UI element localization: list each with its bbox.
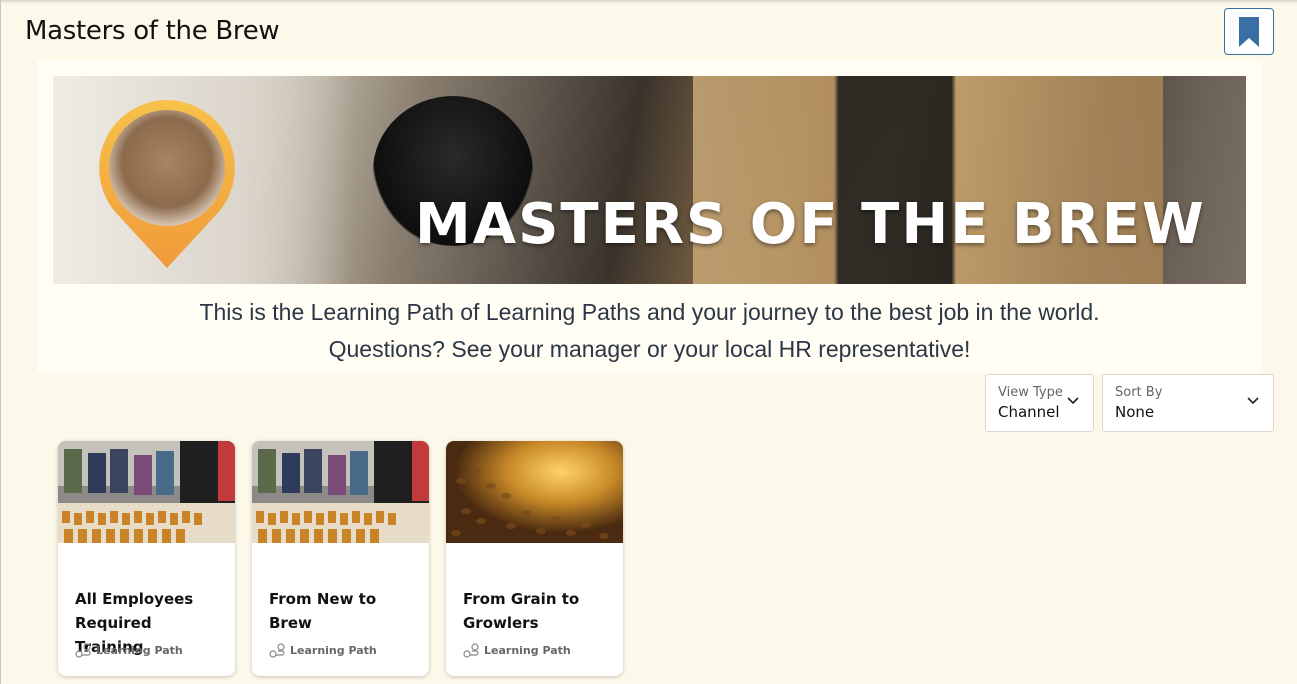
- left-edge: [0, 0, 1, 684]
- banner-description: This is the Learning Path of Learning Pa…: [53, 294, 1246, 368]
- card-thumbnail: [252, 441, 429, 543]
- card-type: Learning Path: [75, 643, 183, 658]
- learning-path-card[interactable]: From New to Brew Learning Path: [252, 441, 429, 676]
- view-type-label: View Type: [998, 385, 1063, 400]
- map-pin-logo: [99, 100, 235, 268]
- sort-by-label: Sort By: [1115, 385, 1163, 400]
- description-line-2: Questions? See your manager or your loca…: [328, 336, 971, 362]
- page-title: Masters of the Brew: [25, 16, 280, 46]
- learning-path-icon: [463, 643, 479, 658]
- card-type-label: Learning Path: [290, 644, 377, 657]
- learning-path-card[interactable]: From Grain to Growlers Learning Path: [446, 441, 623, 676]
- chevron-down-icon: [1067, 397, 1079, 405]
- learning-path-card[interactable]: All Employees Required Training Learning…: [58, 441, 235, 676]
- banner-panel: MASTERS OF THE BREW This is the Learning…: [37, 60, 1262, 373]
- card-type-label: Learning Path: [484, 644, 571, 657]
- card-thumbnail: [446, 441, 623, 543]
- view-type-value: Channel: [998, 403, 1060, 421]
- card-type: Learning Path: [463, 643, 571, 658]
- card-thumbnail: [58, 441, 235, 543]
- learning-path-icon: [75, 643, 91, 658]
- hero-image: MASTERS OF THE BREW: [53, 76, 1246, 284]
- view-type-select[interactable]: View Type Channel: [985, 374, 1094, 432]
- bookmark-button[interactable]: [1224, 8, 1274, 55]
- card-type: Learning Path: [269, 643, 377, 658]
- hero-title: MASTERS OF THE BREW: [415, 192, 1206, 257]
- description-line-1: This is the Learning Path of Learning Pa…: [199, 299, 1100, 325]
- learning-path-icon: [269, 643, 285, 658]
- bookmark-icon: [1239, 16, 1259, 47]
- top-shadow: [0, 0, 1297, 4]
- card-type-label: Learning Path: [96, 644, 183, 657]
- sort-by-value: None: [1115, 403, 1155, 421]
- sort-by-select[interactable]: Sort By None: [1102, 374, 1274, 432]
- card-title: From Grain to Growlers: [463, 590, 580, 632]
- chevron-down-icon: [1247, 397, 1259, 405]
- card-title: From New to Brew: [269, 590, 377, 632]
